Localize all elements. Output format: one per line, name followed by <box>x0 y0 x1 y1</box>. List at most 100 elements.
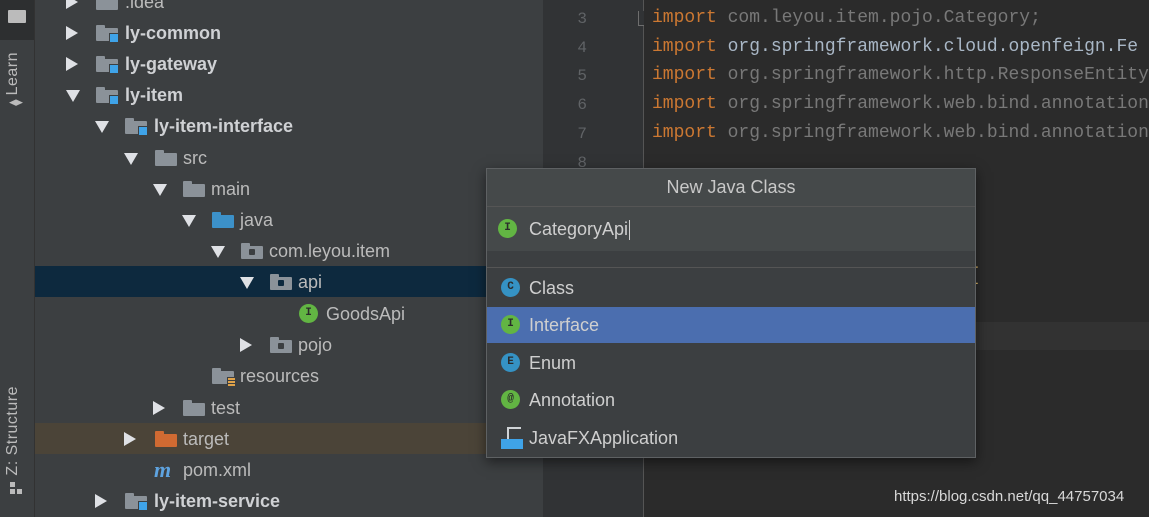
option-class[interactable]: C Class <box>487 270 975 306</box>
annotation-icon: @ <box>501 390 520 409</box>
separator <box>487 251 975 268</box>
tree-item-label: GoodsApi <box>326 304 406 324</box>
package-icon <box>270 337 292 353</box>
code-line: import org.springframework.cloud.openfei… <box>652 37 1139 57</box>
expand-arrow-icon[interactable] <box>240 338 252 352</box>
option-enum[interactable]: E Enum <box>487 345 975 381</box>
tree-item-api[interactable]: api <box>35 266 543 297</box>
tree-item-ly-item[interactable]: ly-item <box>35 79 543 110</box>
tree-item-resources[interactable]: resources <box>35 360 543 391</box>
source-folder-icon <box>212 212 234 228</box>
folder-icon <box>96 0 118 10</box>
tree-item-label: com.leyou.item <box>269 241 391 261</box>
tree-item-label: ly-item-interface <box>154 116 294 136</box>
tree-item-ly-item-interface[interactable]: ly-item-interface <box>35 110 543 141</box>
code-line: import org.springframework.web.bind.anno… <box>652 123 1149 143</box>
structure-label: Z: Structure <box>4 386 21 476</box>
line-number: 4 <box>577 39 587 57</box>
project-tree: .idea ly-common ly-gateway ly-item ly-it… <box>35 0 543 517</box>
expand-arrow-icon[interactable] <box>95 494 107 508</box>
option-javafx-application[interactable]: JavaFXApplication <box>487 420 975 456</box>
tree-item-label: java <box>240 210 274 230</box>
tree-item-label: ly-item-service <box>154 491 281 511</box>
tree-item-label: test <box>211 398 241 418</box>
collapse-arrow-icon[interactable] <box>95 121 109 133</box>
line-number: 6 <box>577 96 587 114</box>
tree-item-label: ly-item <box>125 85 184 105</box>
javafx-icon <box>501 427 523 449</box>
option-annotation[interactable]: @ Annotation <box>487 382 975 418</box>
tree-item-label: .idea <box>125 0 165 12</box>
tree-item-goodsapi[interactable]: I GoodsApi <box>35 298 543 329</box>
enum-icon: E <box>501 353 520 372</box>
collapse-arrow-icon[interactable] <box>182 215 196 227</box>
watermark-url: https://blog.csdn.net/qq_44757034 <box>894 488 1125 505</box>
class-icon: C <box>501 278 520 297</box>
folder-icon <box>183 400 205 416</box>
option-interface[interactable]: I Interface <box>487 307 975 343</box>
tree-item-label: resources <box>240 366 320 386</box>
package-icon <box>241 243 263 259</box>
class-name-field[interactable]: I CategoryApi <box>487 207 975 252</box>
interface-icon: I <box>299 304 318 323</box>
option-label: Annotation <box>529 390 616 410</box>
tree-item-label: ly-gateway <box>125 54 218 74</box>
class-name-input[interactable]: CategoryApi <box>529 219 628 240</box>
code-line: import org.springframework.web.bind.anno… <box>652 94 1149 114</box>
tree-item-label: target <box>183 429 230 449</box>
line-number: 3 <box>577 10 587 28</box>
folder-icon <box>8 10 26 23</box>
tree-item-label: main <box>211 179 251 199</box>
module-folder-icon <box>96 25 119 43</box>
graduation-cap-icon <box>9 99 23 106</box>
tree-item-java[interactable]: java <box>35 204 543 235</box>
line-number: 7 <box>577 125 587 143</box>
tree-item-label: ly-common <box>125 23 222 43</box>
tree-item-label: src <box>183 148 207 168</box>
collapse-arrow-icon[interactable] <box>153 184 167 196</box>
code-line: import org.springframework.http.Response… <box>652 65 1149 85</box>
folder-icon <box>183 181 205 197</box>
tree-item-ly-item-service[interactable]: ly-item-service <box>35 485 543 516</box>
interface-icon: I <box>501 315 520 334</box>
module-folder-icon <box>125 493 148 511</box>
package-icon <box>270 274 292 290</box>
tree-item-label: pojo <box>298 335 333 355</box>
tree-item-idea[interactable]: .idea <box>35 0 543 17</box>
expand-arrow-icon[interactable] <box>66 26 78 40</box>
structure-tool-button[interactable]: Z: Structure <box>4 386 30 494</box>
tree-item-test[interactable]: test <box>35 392 543 423</box>
project-tool-button[interactable] <box>0 0 34 40</box>
text-caret <box>629 220 630 240</box>
tree-item-main[interactable]: main <box>35 173 543 204</box>
option-label: Interface <box>529 315 600 335</box>
collapse-arrow-icon[interactable] <box>124 153 138 165</box>
collapse-arrow-icon[interactable] <box>66 90 80 102</box>
line-number: 5 <box>577 67 587 85</box>
tree-item-target[interactable]: target <box>35 423 543 454</box>
tree-item-pom-xml[interactable]: m pom.xml <box>35 454 543 485</box>
tree-item-pojo[interactable]: pojo <box>35 329 543 360</box>
tree-item-label: api <box>298 272 323 292</box>
tree-item-ly-common[interactable]: ly-common <box>35 17 543 48</box>
collapse-arrow-icon[interactable] <box>240 277 254 289</box>
dialog-title: New Java Class <box>487 169 975 207</box>
learn-tool-button[interactable]: Learn <box>4 52 30 107</box>
collapse-arrow-icon[interactable] <box>211 246 225 258</box>
expand-arrow-icon[interactable] <box>124 432 136 446</box>
interface-icon: I <box>498 219 517 238</box>
tree-item-ly-gateway[interactable]: ly-gateway <box>35 48 543 79</box>
tool-window-strip: Learn Z: Structure <box>0 0 35 517</box>
module-folder-icon <box>125 118 148 136</box>
maven-icon: m <box>154 457 172 482</box>
code-line: import com.leyou.item.pojo.Category; <box>652 8 1041 28</box>
structure-icon <box>10 481 22 494</box>
expand-arrow-icon[interactable] <box>66 57 78 71</box>
tree-item-com-leyou-item[interactable]: com.leyou.item <box>35 235 543 266</box>
new-java-class-dialog[interactable]: New Java Class I CategoryApi C Class I I… <box>486 168 976 458</box>
tree-item-label: pom.xml <box>183 460 252 480</box>
expand-arrow-icon[interactable] <box>153 401 165 415</box>
expand-arrow-icon[interactable] <box>66 0 78 9</box>
tree-item-src[interactable]: src <box>35 142 543 173</box>
folder-icon <box>155 150 177 166</box>
